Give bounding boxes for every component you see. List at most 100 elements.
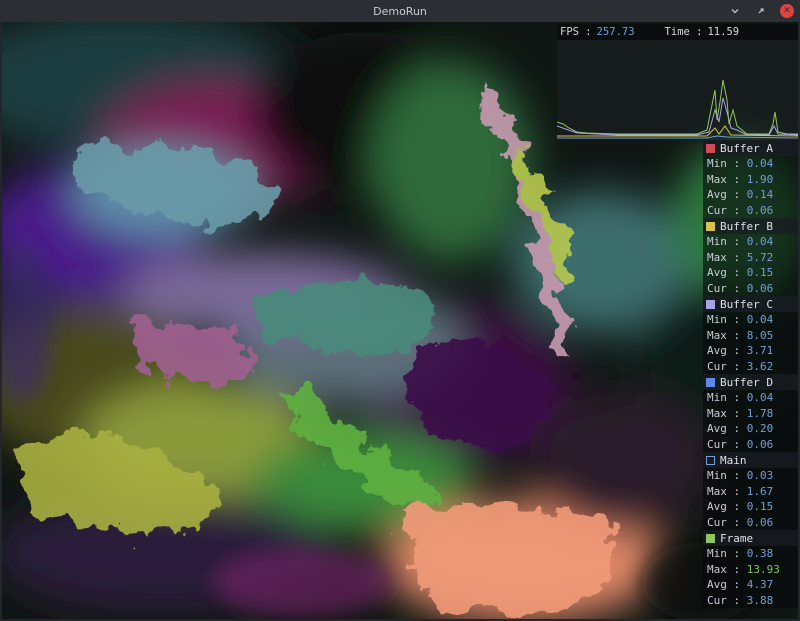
stat-group-header: Buffer B <box>703 218 798 234</box>
chevron-down-icon <box>731 9 739 14</box>
stat-label: Cur : <box>707 515 747 529</box>
stat-value: 0.06 <box>746 203 774 217</box>
stat-row: Max : 8.05 <box>703 327 798 343</box>
app-window: DemoRun ✕ FPS: 257.73 Time: 11.59 Buff… <box>0 0 800 621</box>
stat-value: 0.15 <box>746 500 774 514</box>
stat-label: Min : <box>707 391 747 405</box>
stat-value: 4.37 <box>746 578 774 592</box>
time-value: 11.59 <box>707 26 740 38</box>
stat-group-name: Buffer B <box>720 219 773 233</box>
legend-swatch-icon <box>706 533 715 543</box>
stat-label: Min : <box>707 313 747 327</box>
stat-value: 0.03 <box>746 469 774 483</box>
stat-label: Min : <box>707 469 747 483</box>
stat-value: 0.04 <box>746 157 774 171</box>
stat-group-header: Buffer D <box>703 374 798 390</box>
stat-row: Max : 1.90 <box>703 171 798 187</box>
stat-label: Max : <box>707 328 747 342</box>
stat-value: 1.90 <box>746 172 774 186</box>
stat-value: 13.93 <box>746 562 780 576</box>
stat-group-header: Frame <box>703 530 798 546</box>
stat-row: Cur : 0.06 <box>703 514 798 530</box>
stat-value: 3.62 <box>746 359 774 373</box>
stat-label: Cur : <box>707 359 747 373</box>
stat-label: Min : <box>707 235 747 249</box>
stat-value: 8.05 <box>746 328 774 342</box>
stat-value: 3.71 <box>746 344 774 358</box>
stat-row: Cur : 0.06 <box>703 202 798 218</box>
stat-row: Min : 0.03 <box>703 468 798 484</box>
fps-time-bar: FPS : 257.73 Time : 11.59 <box>557 24 798 40</box>
stat-row: Min : 0.04 <box>703 234 798 250</box>
timing-stats-panel: Buffer A Min : 0.04 Max : 1.90 Avg : 0.14 Cu… <box>703 140 798 608</box>
stat-row: Max : 1.67 <box>703 483 798 499</box>
stat-value: 1.78 <box>746 406 774 420</box>
window-controls: ✕ <box>728 2 794 20</box>
stat-value: 0.06 <box>746 281 774 295</box>
stat-row: Cur : 0.06 <box>703 436 798 452</box>
close-button[interactable]: ✕ <box>780 4 794 18</box>
stat-value: 0.04 <box>746 391 774 405</box>
stat-label: Avg : <box>707 578 747 592</box>
close-icon: ✕ <box>783 6 791 16</box>
stat-row: Min : 0.38 <box>703 546 798 562</box>
stat-label: Avg : <box>707 266 747 280</box>
stat-row: Max : 1.78 <box>703 405 798 421</box>
stat-label: Max : <box>707 250 747 264</box>
stat-label: Max : <box>707 172 747 186</box>
stat-group-name: Frame <box>720 531 754 545</box>
stat-row: Cur : 0.06 <box>703 280 798 296</box>
stat-group: Buffer A Min : 0.04 Max : 1.90 Avg : 0.14 Cu… <box>703 140 798 218</box>
stat-value: 5.72 <box>746 250 774 264</box>
legend-swatch-icon <box>706 143 715 153</box>
stat-row: Avg : 0.20 <box>703 421 798 437</box>
stat-label: Cur : <box>707 281 747 295</box>
stat-row: Avg : 0.15 <box>703 265 798 281</box>
stat-group: Main Min : 0.03 Max : 1.67 Avg : 0.15 Cur : … <box>703 452 798 530</box>
stat-value: 0.15 <box>746 266 774 280</box>
stat-row: Max : 5.72 <box>703 249 798 265</box>
stat-value: 0.20 <box>746 422 774 436</box>
fps-value: 257.73 <box>596 26 635 38</box>
stat-group-name: Buffer D <box>720 375 773 389</box>
timing-graph <box>557 40 798 140</box>
stat-label: Max : <box>707 406 747 420</box>
stat-group: Buffer C Min : 0.04 Max : 8.05 Avg : 3.71 Cu… <box>703 296 798 374</box>
stat-group: Buffer D Min : 0.04 Max : 1.78 Avg : 0.20 Cu… <box>703 374 798 452</box>
stat-group-name: Main <box>720 453 747 467</box>
stat-value: 0.38 <box>746 547 774 561</box>
stat-row: Cur : 3.88 <box>703 592 798 608</box>
stat-row: Avg : 3.71 <box>703 343 798 359</box>
window-title: DemoRun <box>373 4 427 18</box>
stat-row: Min : 0.04 <box>703 390 798 406</box>
legend-swatch-icon <box>706 299 715 309</box>
stat-value: 1.67 <box>746 484 774 498</box>
stat-label: Avg : <box>707 344 747 358</box>
stat-group-name: Buffer C <box>720 297 773 311</box>
title-bar[interactable]: DemoRun ✕ <box>0 0 800 22</box>
stat-group-header: Buffer C <box>703 296 798 312</box>
stat-group-header: Buffer A <box>703 140 798 156</box>
stat-value: 0.06 <box>746 437 774 451</box>
stat-value: 3.88 <box>746 593 774 607</box>
stat-label: Cur : <box>707 203 747 217</box>
stat-row: Cur : 3.62 <box>703 358 798 374</box>
render-viewport[interactable]: FPS : 257.73 Time : 11.59 Buffer A Min : … <box>2 22 798 619</box>
minimize-button[interactable] <box>728 4 742 18</box>
stat-group: Frame Min : 0.38 Max : 13.93 Avg : 4.37 Cur … <box>703 530 798 608</box>
stat-value: 0.14 <box>746 188 774 202</box>
stat-group-header: Main <box>703 452 798 468</box>
frame-series-line <box>557 79 798 135</box>
stat-label: Cur : <box>707 593 747 607</box>
stat-row: Min : 0.04 <box>703 312 798 328</box>
stat-row: Avg : 0.15 <box>703 499 798 515</box>
stat-label: Avg : <box>707 500 747 514</box>
stat-row: Max : 13.93 <box>703 561 798 577</box>
stat-label: Cur : <box>707 437 747 451</box>
stat-value: 0.04 <box>746 235 774 249</box>
timing-graph-lines <box>557 79 798 139</box>
stat-group-name: Buffer A <box>720 141 773 155</box>
maximize-button[interactable] <box>754 4 768 18</box>
restore-icon <box>758 8 764 14</box>
legend-swatch-icon <box>706 221 715 231</box>
